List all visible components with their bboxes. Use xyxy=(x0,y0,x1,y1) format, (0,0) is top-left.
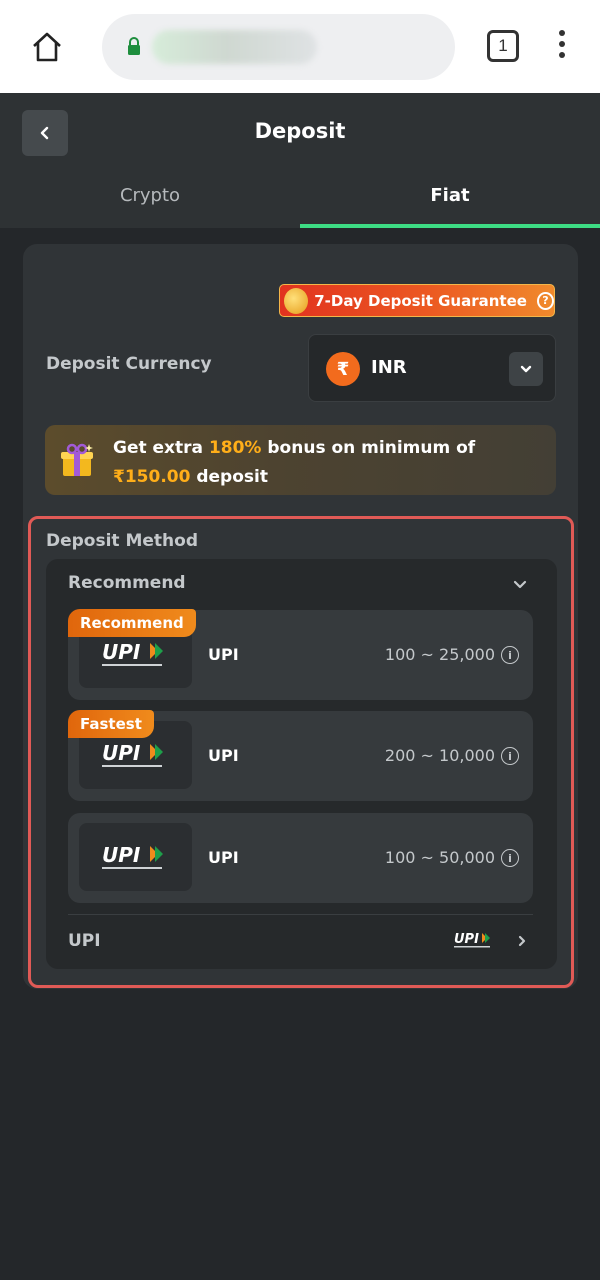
bonus-text: Get extra 180% bonus on minimum of ₹150.… xyxy=(113,434,543,492)
deposit-guarantee-badge[interactable]: 7-Day Deposit Guarantee ? xyxy=(279,284,555,317)
tab-crypto[interactable]: Crypto xyxy=(0,185,300,206)
page-title: Deposit xyxy=(254,119,346,143)
method-range: 200 ~ 10,000 xyxy=(384,746,495,765)
upi-link-label: UPI xyxy=(68,931,101,951)
currency-select[interactable]: ₹ INR xyxy=(308,334,556,402)
tab-fiat[interactable]: Fiat xyxy=(300,185,600,206)
rupee-icon: ₹ xyxy=(326,352,360,386)
tab-switcher-button[interactable]: 1 xyxy=(487,30,519,62)
method-range: 100 ~ 50,000 xyxy=(384,848,495,867)
upi-logo-icon: UPI xyxy=(454,932,490,948)
active-tab-indicator xyxy=(300,224,600,228)
payment-method-row[interactable]: UPI Recommend UPI 100 ~ 25,000 i xyxy=(68,609,533,700)
guarantee-coin-icon xyxy=(284,287,309,314)
payment-method-row[interactable]: UPI UPI 100 ~ 50,000 i xyxy=(68,813,533,903)
help-icon[interactable]: ? xyxy=(536,291,554,310)
deposit-method-section: Deposit Method Recommend UPI Recommend U… xyxy=(28,516,574,988)
bonus-percent: 180% xyxy=(208,438,262,458)
home-icon[interactable] xyxy=(30,30,64,64)
svg-text:UPI: UPI xyxy=(102,741,141,765)
app-header: Deposit Crypto Fiat xyxy=(0,93,600,228)
chevron-down-icon[interactable] xyxy=(512,576,528,592)
deposit-method-panel: Recommend UPI Recommend UPI 100 ~ 25,000… xyxy=(46,559,557,969)
chevron-right-icon xyxy=(518,935,526,947)
upi-logo-icon: UPI xyxy=(101,843,163,869)
guarantee-label: 7-Day Deposit Guarantee xyxy=(314,291,527,310)
info-icon[interactable]: i xyxy=(501,747,519,765)
deposit-currency-label: Deposit Currency xyxy=(46,354,212,374)
deposit-method-title: Deposit Method xyxy=(46,531,199,551)
more-vert-icon[interactable] xyxy=(553,30,571,64)
svg-text:UPI: UPI xyxy=(102,640,141,664)
fastest-badge: Fastest xyxy=(68,710,154,738)
recommend-group-label[interactable]: Recommend xyxy=(68,573,186,593)
bonus-amount: ₹150.00 xyxy=(113,467,191,487)
method-name: UPI xyxy=(208,645,239,664)
svg-text:UPI: UPI xyxy=(454,932,479,947)
url-text-blurred xyxy=(152,30,317,64)
upi-logo-icon: UPI xyxy=(101,741,163,767)
browser-toolbar: 1 xyxy=(0,0,600,93)
bonus-suffix: deposit xyxy=(190,467,268,487)
gift-icon xyxy=(61,443,93,476)
method-name: UPI xyxy=(208,746,239,765)
method-name: UPI xyxy=(208,848,239,867)
method-range: 100 ~ 25,000 xyxy=(384,645,495,664)
info-icon[interactable]: i xyxy=(501,849,519,867)
currency-dropdown-button[interactable] xyxy=(509,352,543,386)
upi-logo-icon: UPI xyxy=(101,640,163,666)
currency-value: INR xyxy=(371,357,407,378)
divider xyxy=(68,914,533,915)
chevron-down-icon xyxy=(520,365,532,373)
bonus-middle: bonus on minimum of xyxy=(261,438,476,458)
payment-method-row[interactable]: UPI Fastest UPI 200 ~ 10,000 i xyxy=(68,710,533,801)
svg-text:UPI: UPI xyxy=(102,843,141,867)
upi-logo-box: UPI xyxy=(79,823,192,891)
rupee-symbol: ₹ xyxy=(336,358,350,380)
bonus-banner: Get extra 180% bonus on minimum of ₹150.… xyxy=(45,425,556,495)
lock-icon xyxy=(128,37,140,55)
recommend-badge: Recommend xyxy=(68,609,196,637)
bonus-prefix: Get extra xyxy=(113,438,209,458)
upi-more-link[interactable]: UPI UPI xyxy=(68,919,533,963)
info-icon[interactable]: i xyxy=(501,646,519,664)
deposit-card: 7-Day Deposit Guarantee ? Deposit Curren… xyxy=(23,244,578,989)
